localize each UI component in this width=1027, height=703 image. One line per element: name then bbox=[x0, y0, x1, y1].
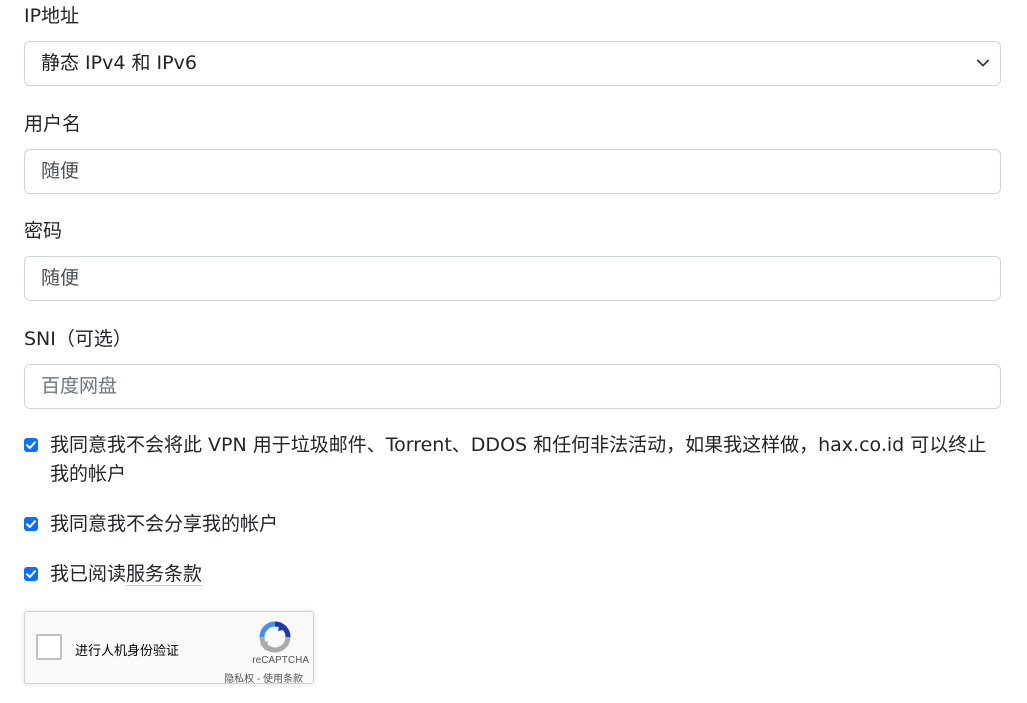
checkmark-icon bbox=[26, 441, 36, 449]
recaptcha-widget: 进行人机身份验证 reCAPTCHA 隐私权 - 使用条款 bbox=[24, 611, 314, 685]
password-input[interactable]: 随便 bbox=[24, 256, 1001, 301]
password-label: 密码 bbox=[24, 220, 63, 242]
username-label: 用户名 bbox=[24, 113, 82, 135]
password-value: 随便 bbox=[41, 267, 80, 289]
recaptcha-brand: reCAPTCHA bbox=[252, 655, 309, 666]
sni-placeholder: 百度网盘 bbox=[41, 375, 118, 397]
recaptcha-checkbox[interactable] bbox=[36, 634, 62, 660]
username-input[interactable]: 随便 bbox=[24, 149, 1001, 194]
recaptcha-privacy-link[interactable]: 隐私权 bbox=[224, 674, 254, 685]
chevron-down-icon bbox=[976, 59, 990, 67]
agree-no-abuse-row: 我同意我不会将此 VPN 用于垃圾邮件、Torrent、DDOS 和任何非法活动… bbox=[24, 431, 999, 489]
username-value: 随便 bbox=[41, 160, 80, 182]
agree-terms-prefix: 我已阅读 bbox=[50, 563, 127, 585]
agree-no-abuse-checkbox[interactable] bbox=[24, 438, 38, 452]
agree-terms-checkbox[interactable] bbox=[24, 567, 38, 581]
recaptcha-separator: - bbox=[256, 674, 261, 685]
recaptcha-footer: 隐私权 - 使用条款 bbox=[224, 670, 303, 685]
terms-of-service-link[interactable]: 服务条款 bbox=[126, 563, 203, 586]
agree-no-share-label[interactable]: 我同意我不会分享我的帐户 bbox=[50, 510, 278, 539]
agree-no-share-row: 我同意我不会分享我的帐户 bbox=[24, 510, 999, 539]
ip-select[interactable]: 静态 IPv4 和 IPv6 bbox=[24, 41, 1001, 86]
agree-terms-row: 我已阅读服务条款 bbox=[24, 560, 999, 589]
recaptcha-terms-link[interactable]: 使用条款 bbox=[263, 674, 303, 685]
sni-input[interactable]: 百度网盘 bbox=[24, 364, 1001, 409]
agree-terms-label: 我已阅读服务条款 bbox=[50, 560, 203, 589]
recaptcha-logo-icon bbox=[259, 621, 291, 653]
agree-no-abuse-label[interactable]: 我同意我不会将此 VPN 用于垃圾邮件、Torrent、DDOS 和任何非法活动… bbox=[50, 431, 999, 489]
sni-label: SNI（可选） bbox=[24, 328, 132, 350]
checkmark-icon bbox=[26, 570, 36, 578]
recaptcha-label: 进行人机身份验证 bbox=[75, 643, 180, 658]
ip-select-value: 静态 IPv4 和 IPv6 bbox=[41, 52, 197, 74]
agree-no-share-checkbox[interactable] bbox=[24, 517, 38, 531]
ip-label: IP地址 bbox=[24, 5, 80, 27]
checkmark-icon bbox=[26, 520, 36, 528]
